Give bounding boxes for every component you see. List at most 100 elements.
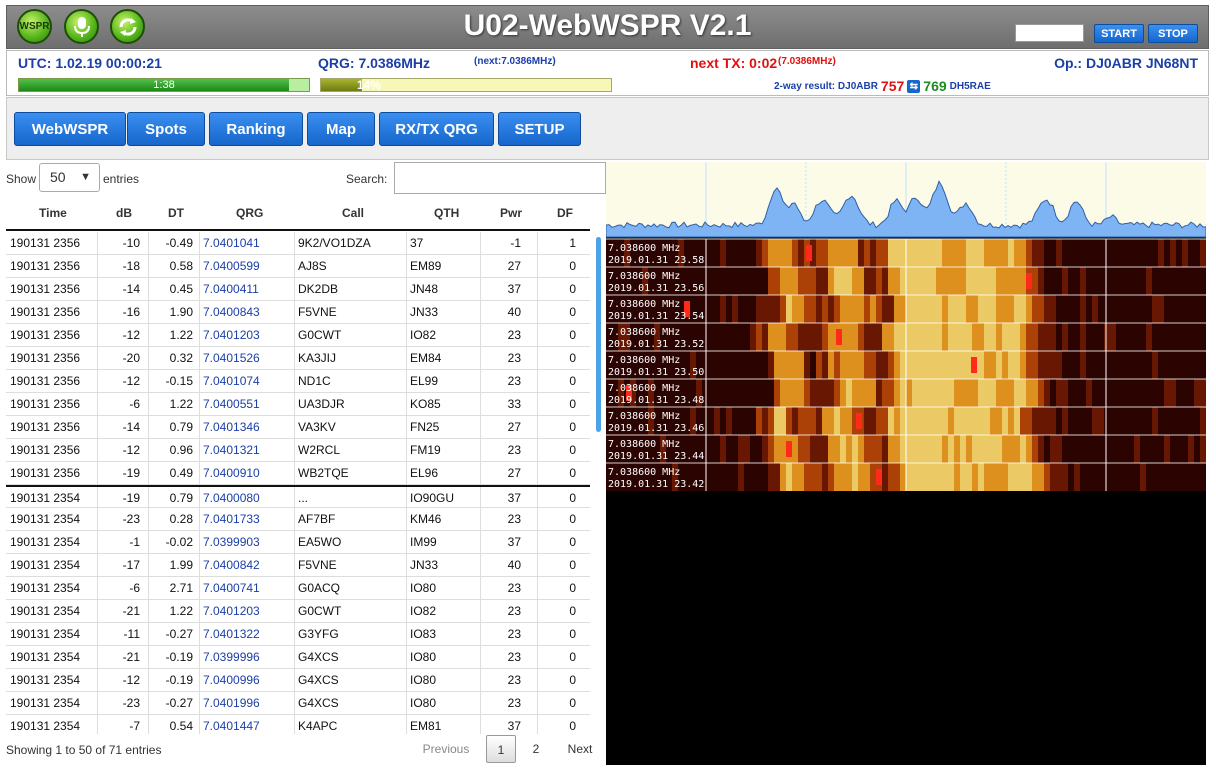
cell-time: 190131 2356 <box>6 347 98 370</box>
table-row[interactable]: 190131 2354 -11 -0.27 7.0401322 G3YFG IO83 23 0 <box>6 623 590 646</box>
nav-ranking-button[interactable]: Ranking <box>209 112 303 146</box>
cell-call: K4APC <box>295 715 407 734</box>
waterfall-freq-label: 7.038600 MHz <box>608 383 680 394</box>
cell-db: -21 <box>98 600 149 623</box>
cell-db: -17 <box>98 554 149 577</box>
table-row[interactable]: 190131 2356 -16 1.90 7.0400843 F5VNE JN33 40 0 <box>6 301 590 324</box>
cell-dt: 0.79 <box>149 416 200 439</box>
cell-pwr: 27 <box>481 416 538 439</box>
table-row[interactable]: 190131 2354 -1 -0.02 7.0399903 EA5WO IM99 37 0 <box>6 531 590 554</box>
cell-pwr: -1 <box>481 232 538 255</box>
page-2-button[interactable]: 2 <box>524 735 548 763</box>
tx-call-input[interactable] <box>1015 24 1084 42</box>
cell-call: G0CWT <box>295 324 407 347</box>
cell-pwr: 23 <box>481 577 538 600</box>
nav-rxtx-qrg-button[interactable]: RX/TX QRG <box>379 112 494 146</box>
table-row[interactable]: 190131 2354 -21 -0.19 7.0399996 G4XCS IO80 23 0 <box>6 646 590 669</box>
column-header-dt[interactable]: DT <box>168 206 184 220</box>
table-row[interactable]: 190131 2356 -10 -0.49 7.0401041 9K2/VO1DZA 37… <box>6 232 590 255</box>
table-row[interactable]: 190131 2354 -23 0.28 7.0401733 AF7BF KM46 23 0 <box>6 508 590 531</box>
cell-df: 0 <box>569 535 576 549</box>
nav-webwspr-button[interactable]: WebWSPR <box>14 112 126 146</box>
table-row[interactable]: 190131 2356 -14 0.79 7.0401346 VA3KV FN25 27 0 <box>6 416 590 439</box>
waterfall-freq-label: 7.038600 MHz <box>608 271 680 282</box>
cell-time: 190131 2356 <box>6 370 98 393</box>
cell-qrg: 7.0401041 <box>200 232 295 255</box>
cell-dt: -0.19 <box>149 669 200 692</box>
waterfall-time-label: 2019.01.31 23.48 <box>608 395 704 406</box>
cell-df: 0 <box>569 305 576 319</box>
table-row[interactable]: 190131 2356 -18 0.58 7.0400599 AJ8S EM89 27 0 <box>6 255 590 278</box>
column-header-pwr[interactable]: Pwr <box>500 206 522 220</box>
table-row[interactable]: 190131 2354 -6 2.71 7.0400741 G0ACQ IO80 23 0 <box>6 577 590 600</box>
cell-time: 190131 2354 <box>6 487 98 510</box>
table-row[interactable]: 190131 2354 -23 -0.27 7.0401996 G4XCS IO80 23 0 <box>6 692 590 715</box>
table-row[interactable]: 190131 2354 -7 0.54 7.0401447 K4APC EM81 37 0 <box>6 715 590 734</box>
cell-df: 1 <box>569 236 576 250</box>
cell-db: -12 <box>98 439 149 462</box>
cell-time: 190131 2354 <box>6 577 98 600</box>
waterfall-display: 7.038600 MHz2019.01.31 23.587.038600 MHz… <box>606 162 1206 491</box>
cell-df: 0 <box>569 351 576 365</box>
cell-df: 0 <box>569 420 576 434</box>
cell-db: -12 <box>98 324 149 347</box>
column-header-time[interactable]: Time <box>39 206 67 220</box>
cell-time: 190131 2354 <box>6 554 98 577</box>
table-row[interactable]: 190131 2356 -12 1.22 7.0401203 G0CWT IO82 23 0 <box>6 324 590 347</box>
spots-table-panel: Show 50 ▼ entries Search: Time dB DT QRG… <box>6 160 606 765</box>
cell-qth: IO80 <box>407 577 481 600</box>
cell-qrg: 7.0400910 <box>200 462 295 485</box>
table-row[interactable]: 190131 2356 -6 1.22 7.0400551 UA3DJR KO85 33 0 <box>6 393 590 416</box>
cell-qth: EM89 <box>407 255 481 278</box>
next-page-button[interactable]: Next <box>563 735 597 763</box>
webwspr-app: WSPR U02-WebWSPR V2.1 START STOP UTC: 1.… <box>0 0 1216 770</box>
column-header-qrg[interactable]: QRG <box>236 206 263 220</box>
cell-qrg: 7.0401733 <box>200 508 295 531</box>
cell-qth: IO80 <box>407 692 481 715</box>
column-header-db[interactable]: dB <box>116 206 132 220</box>
column-header-call[interactable]: Call <box>342 206 364 220</box>
entries-label: entries <box>103 172 140 186</box>
cell-call: ... <box>295 487 407 510</box>
nav-spots-button[interactable]: Spots <box>127 112 205 146</box>
table-row[interactable]: 190131 2354 -17 1.99 7.0400842 F5VNE JN33 40 0 <box>6 554 590 577</box>
cell-db: -18 <box>98 255 149 278</box>
stop-button[interactable]: STOP <box>1148 24 1198 43</box>
two-way-label: 2-way result: DJ0ABR <box>774 80 878 92</box>
table-row[interactable]: 190131 2354 -12 -0.19 7.0400996 G4XCS IO80 23 0 <box>6 669 590 692</box>
table-row[interactable]: 190131 2354 -19 0.79 7.0400080... IO90GU 37 0 <box>6 485 590 510</box>
previous-page-button[interactable]: Previous <box>416 735 476 763</box>
cell-dt: 1.22 <box>149 600 200 623</box>
start-button[interactable]: START <box>1094 24 1144 43</box>
entries-per-page-select[interactable]: 50 ▼ <box>39 163 100 192</box>
column-header-df[interactable]: DF <box>557 206 573 220</box>
cell-qrg: 7.0401074 <box>200 370 295 393</box>
search-input[interactable] <box>394 162 606 194</box>
table-row[interactable]: 190131 2356 -20 0.32 7.0401526 KA3JIJ EM84 23 0 <box>6 347 590 370</box>
cell-time: 190131 2354 <box>6 692 98 715</box>
table-row[interactable]: 190131 2356 -12 0.96 7.0401321 W2RCL FM19 23 0 <box>6 439 590 462</box>
table-row[interactable]: 190131 2356 -19 0.49 7.0400910 WB2TQE EL96 27 0 <box>6 462 590 485</box>
table-row[interactable]: 190131 2356 -14 0.45 7.0400411 DK2DB JN48 37 0 <box>6 278 590 301</box>
column-header-qth[interactable]: QTH <box>434 206 459 220</box>
cell-pwr: 40 <box>481 554 538 577</box>
nav-setup-button[interactable]: SETUP <box>498 112 581 146</box>
nav-map-button[interactable]: Map <box>307 112 375 146</box>
cell-db: -19 <box>98 462 149 485</box>
cell-qth: EL99 <box>407 370 481 393</box>
cell-call: UA3DJR <box>295 393 407 416</box>
cell-dt: 1.22 <box>149 324 200 347</box>
cycle-progress-label: 1:38 <box>153 79 175 91</box>
cell-df: 0 <box>569 604 576 618</box>
cell-pwr: 23 <box>481 646 538 669</box>
waterfall-time-label: 2019.01.31 23.46 <box>608 423 704 434</box>
cell-pwr: 23 <box>481 692 538 715</box>
cell-qth: EL96 <box>407 462 481 485</box>
table-row[interactable]: 190131 2356 -12 -0.15 7.0401074 ND1C EL99 23 0 <box>6 370 590 393</box>
page-1-button[interactable]: 1 <box>486 735 516 763</box>
waterfall-time-label: 2019.01.31 23.42 <box>608 479 704 490</box>
cell-pwr: 40 <box>481 301 538 324</box>
table-row[interactable]: 190131 2354 -21 1.22 7.0401203 G0CWT IO82 23 0 <box>6 600 590 623</box>
table-scrollbar[interactable] <box>596 237 601 432</box>
cell-dt: 1.90 <box>149 301 200 324</box>
